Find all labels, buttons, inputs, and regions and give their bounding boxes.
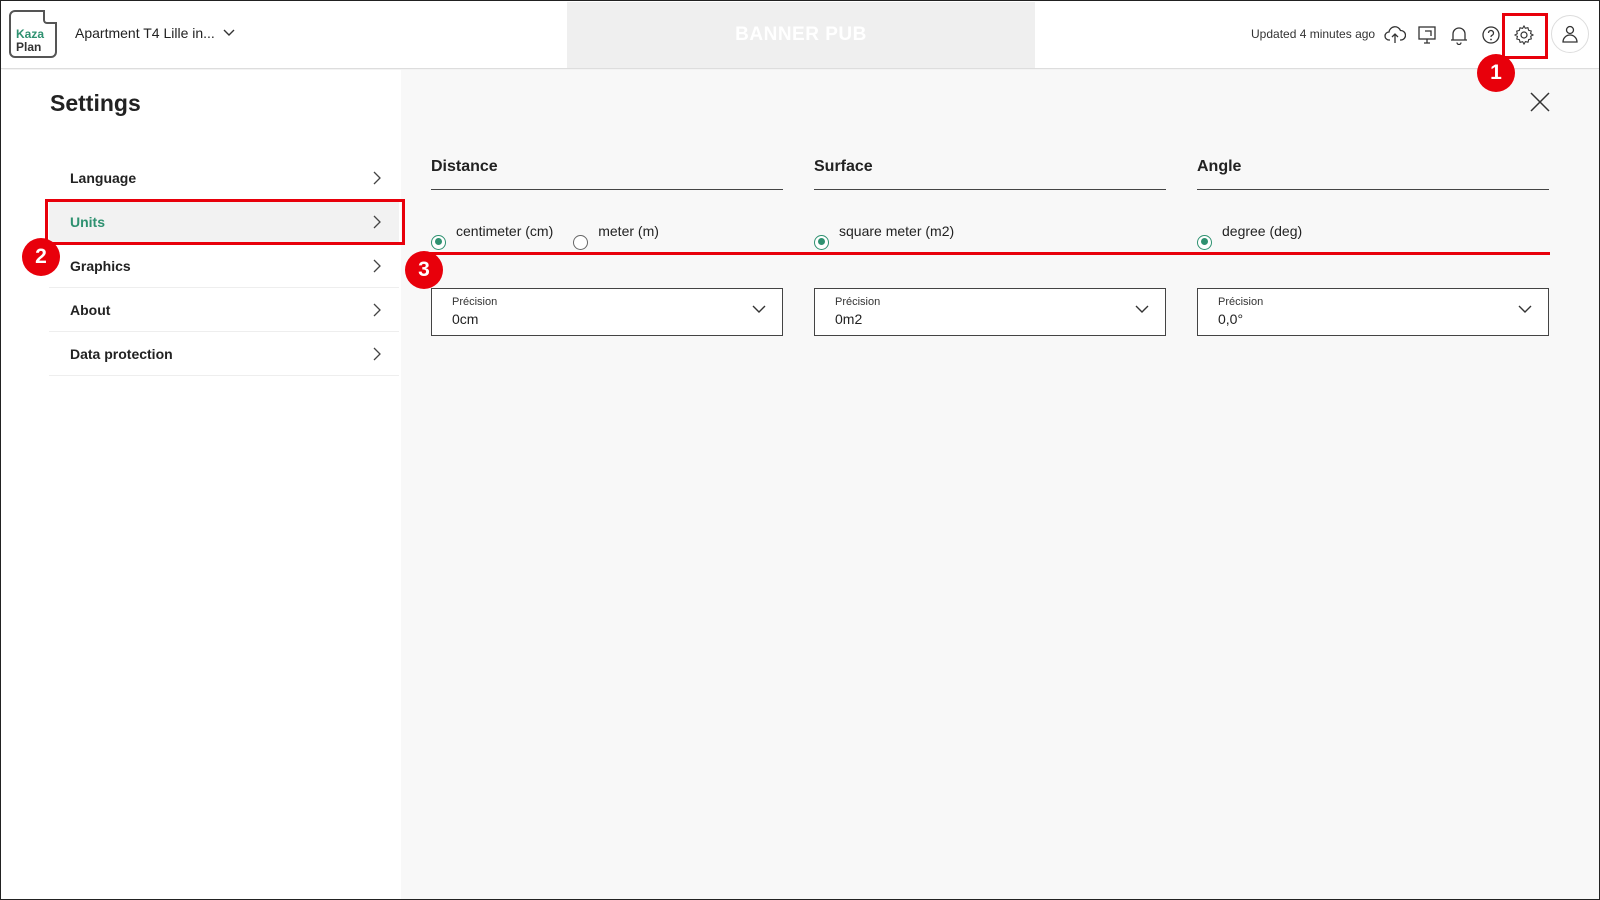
chevron-right-icon	[373, 259, 381, 272]
logo-text-kaza: Kaza	[16, 27, 45, 41]
cloud-upload-icon[interactable]	[1383, 23, 1407, 47]
menu-item-label: Units	[70, 213, 105, 230]
menu-item-label: Data protection	[70, 345, 173, 362]
chevron-down-icon	[1518, 305, 1532, 313]
select-label: Précision	[452, 296, 498, 308]
radio-centimeter[interactable]: centimeter (cm)	[431, 219, 553, 250]
angle-section: Angle degree (deg) Précision 0,0°	[1197, 158, 1549, 336]
monitor-icon[interactable]	[1415, 23, 1439, 47]
angle-radio-group: degree (deg)	[1197, 222, 1549, 250]
menu-item-about[interactable]: About	[49, 288, 399, 332]
close-icon	[1530, 92, 1550, 112]
surface-title: Surface	[814, 158, 1166, 190]
radio-label: centimeter (cm)	[456, 223, 554, 239]
angle-title: Angle	[1197, 158, 1549, 190]
surface-radio-group: square meter (m2)	[814, 222, 1166, 250]
radio-button-selected[interactable]	[1197, 234, 1212, 250]
user-icon	[1562, 25, 1578, 43]
settings-title: Settings	[50, 90, 141, 116]
chevron-down-icon	[752, 305, 766, 313]
menu-item-label: About	[70, 301, 111, 318]
kazaplan-logo[interactable]: Kaza Plan	[9, 10, 57, 58]
chevron-down-icon	[1135, 305, 1149, 313]
radio-button[interactable]	[573, 234, 589, 250]
radio-meter[interactable]: meter (m)	[573, 219, 659, 250]
distance-section: Distance centimeter (cm) meter (m) Préci…	[431, 158, 783, 336]
chevron-right-icon	[373, 303, 381, 316]
chevron-right-icon	[373, 215, 381, 228]
select-label: Précision	[1218, 296, 1264, 308]
gear-icon[interactable]	[1512, 23, 1536, 47]
menu-item-label: Language	[70, 169, 137, 186]
radio-square-meter[interactable]: square meter (m2)	[814, 219, 954, 250]
select-value: 0,0°	[1218, 311, 1244, 327]
radio-degree[interactable]: degree (deg)	[1197, 219, 1302, 250]
updated-status: Updated 4 minutes ago	[1251, 27, 1376, 41]
logo-text-plan: Plan	[16, 40, 42, 54]
radio-button-selected[interactable]	[814, 234, 829, 250]
radio-button-selected[interactable]	[431, 234, 446, 250]
close-button[interactable]	[1528, 90, 1552, 114]
radio-label: degree (deg)	[1222, 223, 1303, 239]
select-value: 0m2	[835, 311, 863, 327]
distance-precision-select[interactable]: Précision 0cm	[431, 288, 783, 336]
user-avatar[interactable]	[1551, 15, 1589, 53]
select-label: Précision	[835, 296, 881, 308]
help-icon[interactable]	[1479, 23, 1503, 47]
top-bar: Kaza Plan Apartment T4 Lille in... BANNE…	[1, 1, 1599, 69]
surface-precision-select[interactable]: Précision 0m2	[814, 288, 1166, 336]
chevron-right-icon	[373, 347, 381, 360]
project-selector[interactable]: Apartment T4 Lille in...	[75, 25, 235, 41]
bell-icon[interactable]	[1447, 23, 1471, 47]
angle-precision-select[interactable]: Précision 0,0°	[1197, 288, 1549, 336]
menu-item-units[interactable]: Units	[49, 200, 399, 244]
distance-radio-group: centimeter (cm) meter (m)	[431, 222, 783, 250]
menu-item-label: Graphics	[70, 257, 131, 274]
radio-label: square meter (m2)	[839, 223, 955, 239]
project-name: Apartment T4 Lille in...	[75, 25, 215, 41]
chevron-down-icon	[223, 29, 235, 36]
surface-section: Surface square meter (m2) Précision 0m2	[814, 158, 1166, 336]
ad-banner: BANNER PUB	[567, 2, 1035, 68]
menu-item-data-protection[interactable]: Data protection	[49, 332, 399, 376]
select-value: 0cm	[452, 311, 479, 327]
distance-title: Distance	[431, 158, 783, 190]
radio-label: meter (m)	[598, 223, 659, 239]
chevron-right-icon	[373, 171, 381, 184]
menu-item-graphics[interactable]: Graphics	[49, 244, 399, 288]
menu-item-language[interactable]: Language	[49, 156, 399, 200]
settings-menu: Language Units Graphics About Data prote…	[49, 156, 399, 376]
